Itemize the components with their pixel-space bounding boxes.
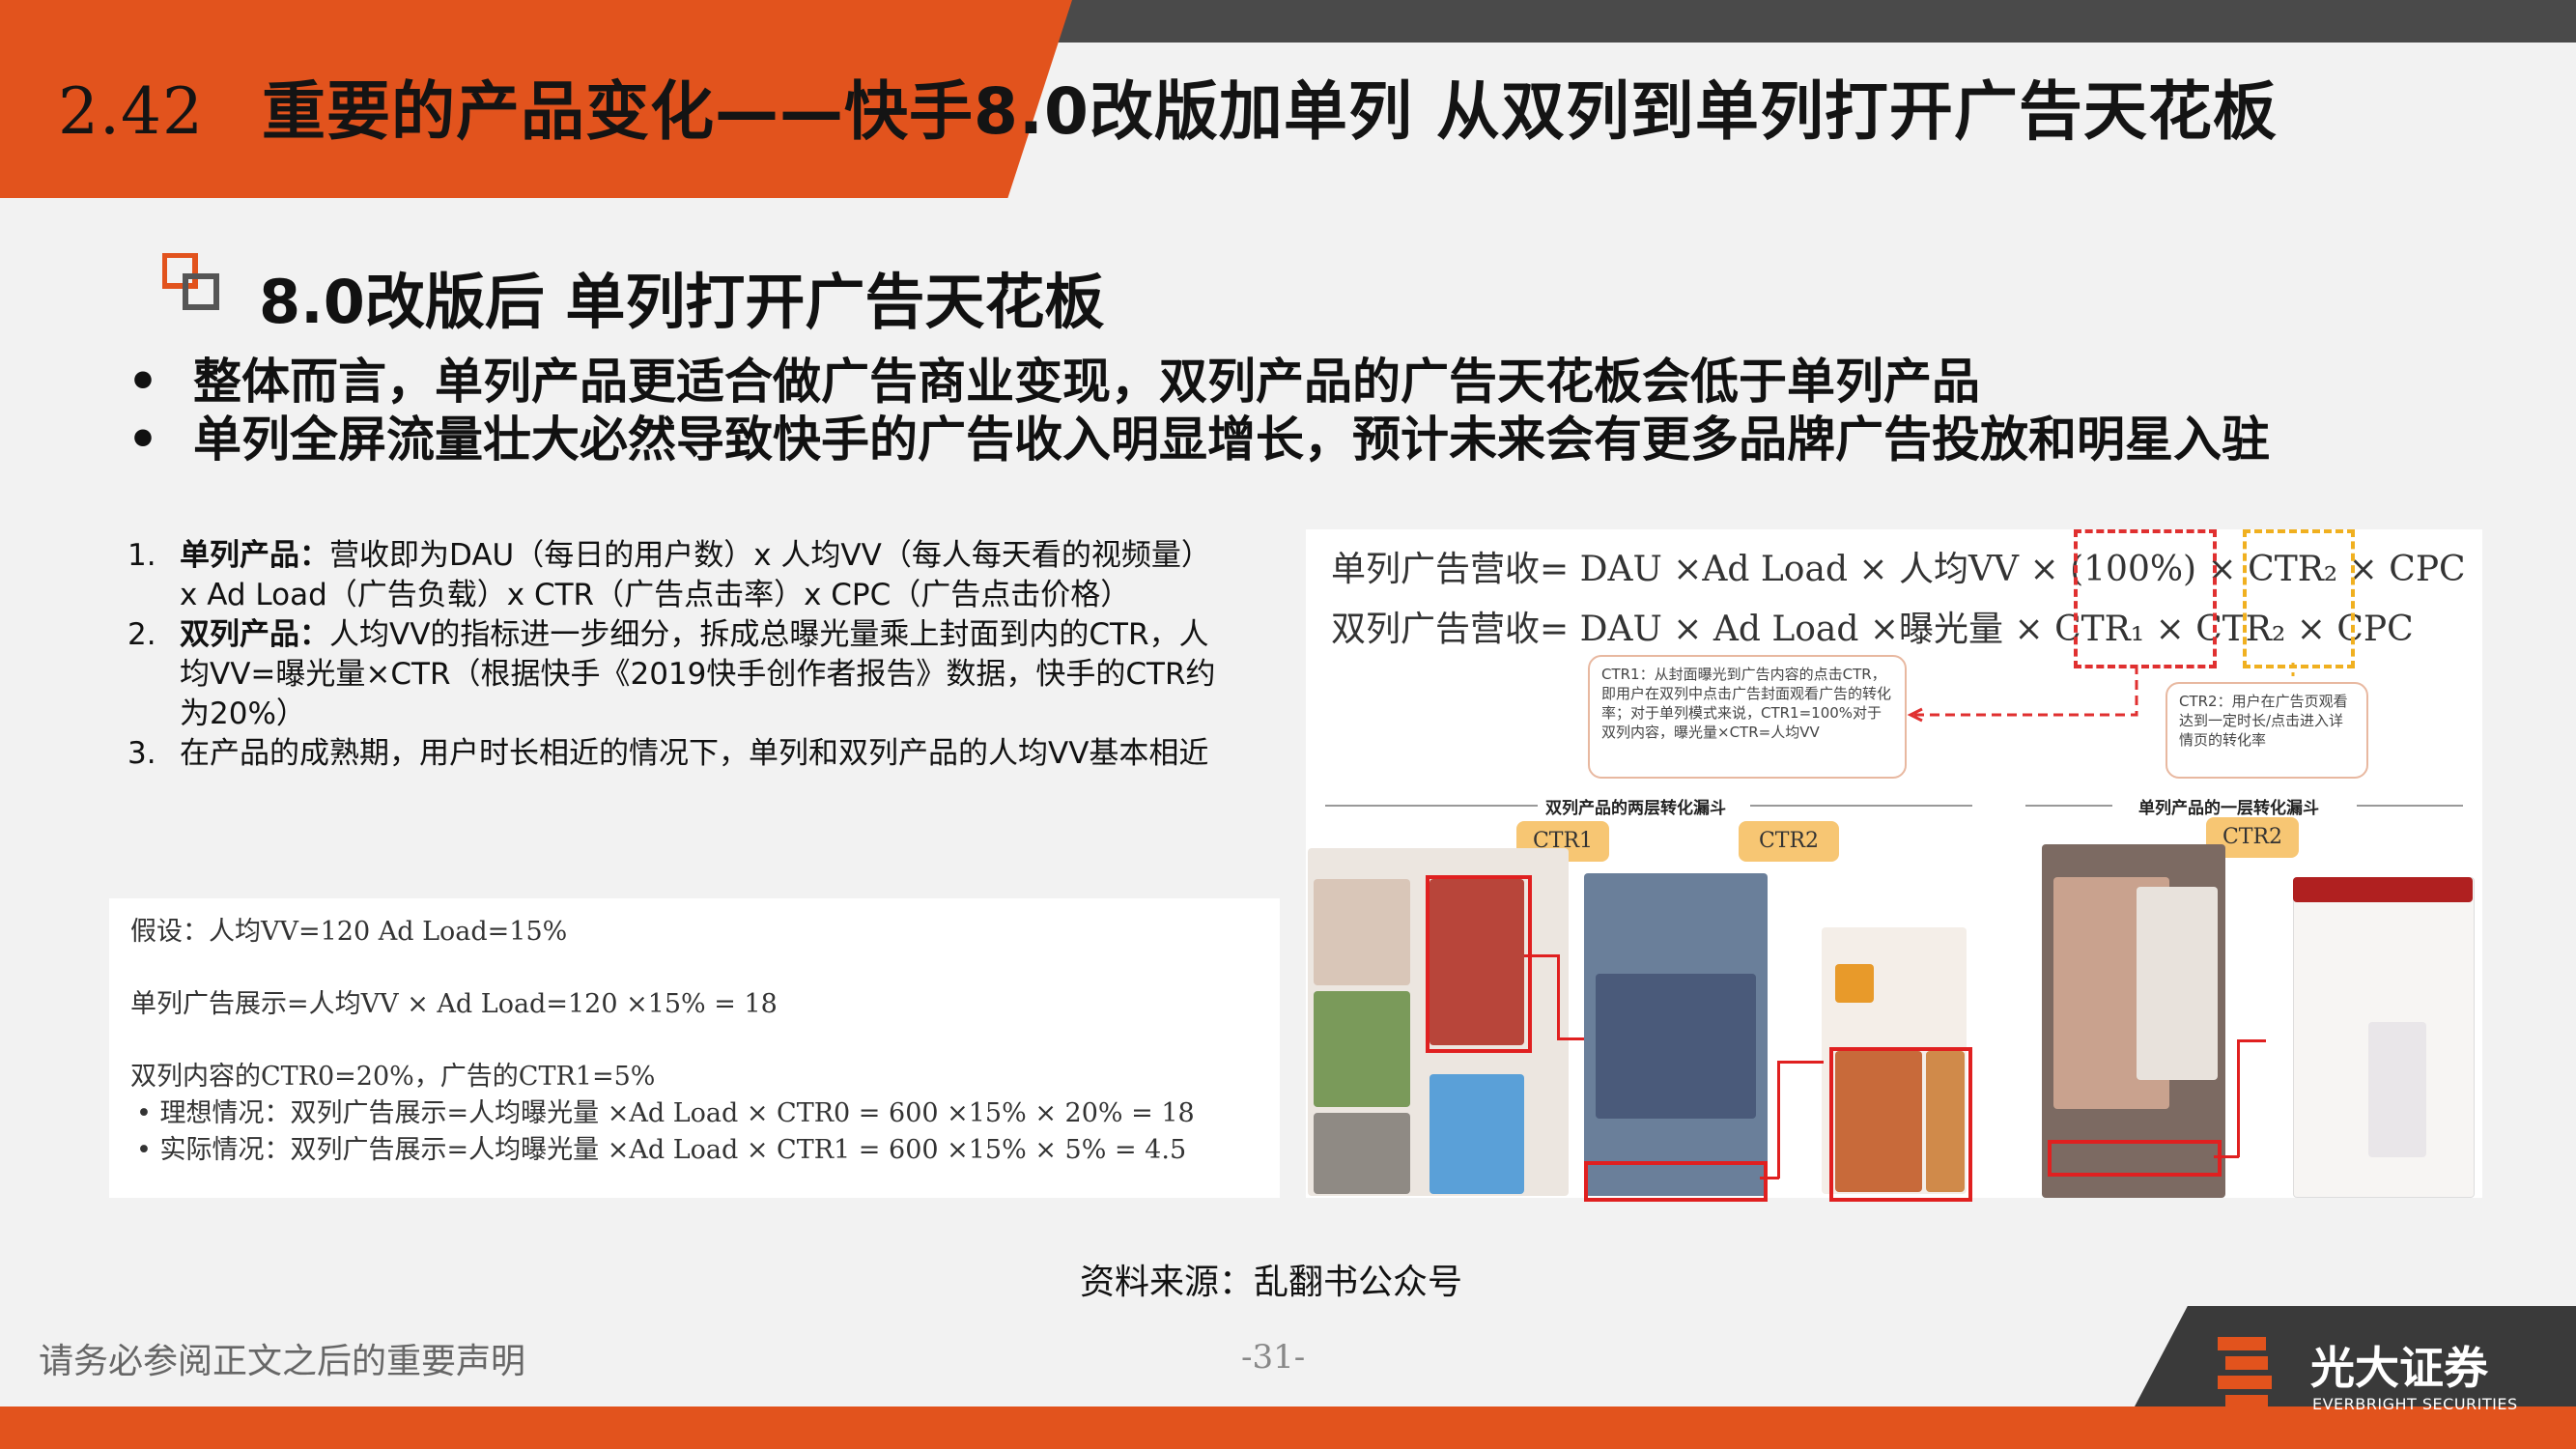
caption-rule (1325, 805, 1538, 807)
list-item: 3. 在产品的成熟期，用户时长相近的情况下，单列和双列产品的人均VV基本相近 (127, 734, 1219, 774)
bullet-item: • 单列全屏流量壮大必然导致快手的广告收入明显增长，预计未来会有更多品牌广告投放和… (127, 412, 2270, 468)
assumption-line: 假设：人均VV=120 Ad Load=15% (130, 917, 568, 947)
feed-thumbnail (1314, 1113, 1410, 1194)
caption-single-funnel: 单列产品的一层转化漏斗 (2138, 799, 2319, 818)
arrow-line (2237, 1039, 2240, 1157)
arrow-line (1777, 1061, 1780, 1179)
list-item-lead: 单列产品： (180, 538, 329, 573)
bullet-text: 单列全屏流量壮大必然导致快手的广告收入明显增长，预计未来会有更多品牌广告投放和明… (193, 412, 2270, 468)
page-title: 2.42 重要的产品变化——快手8.0改版加单列 从双列到单列打开广告天花板 (58, 60, 2278, 153)
game-scene (1596, 974, 1756, 1119)
ad-cover-frame (1426, 875, 1532, 1053)
caption-rule (1750, 805, 1972, 807)
everbright-logo-icon (2218, 1337, 2272, 1408)
assumption-box: 假设：人均VV=120 Ad Load=15% 单列广告展示=人均VV × Ad… (109, 898, 1280, 1198)
page-title-text: 重要的产品变化——快手8.0改版加单列 从双列到单列打开广告天花板 (261, 74, 2278, 149)
feed-thumbnail (1314, 879, 1410, 985)
page-number: -31- (1241, 1338, 1306, 1377)
ad-button-frame (2048, 1140, 2222, 1177)
list-item-number: 2. (127, 617, 156, 652)
assumption-line: • 实际情况：双列广告展示=人均曝光量 ×Ad Load × CTR1 = 60… (136, 1135, 1187, 1165)
source-note: 资料来源：乱翻书公众号 (1080, 1263, 1463, 1302)
app-icon (1835, 964, 1874, 1003)
list-item-number: 3. (127, 736, 156, 771)
connector-arrows (1907, 663, 2295, 723)
brand-page-header (2293, 877, 2473, 902)
funnel-diagram: 单列广告营收= DAU ×Ad Load × 人均VV × (100%) × C… (1306, 529, 2482, 1202)
caption-rule (2025, 805, 2112, 807)
arrow-line (1777, 1061, 1824, 1064)
section-squares-icon (162, 253, 219, 310)
assumption-line: 双列内容的CTR0=20%，广告的CTR1=5% (130, 1062, 656, 1092)
ad-button-frame (1584, 1161, 1768, 1202)
arrow-line (1557, 954, 1560, 1039)
product-bottle (2137, 887, 2218, 1080)
list-item-lead: 双列产品： (180, 617, 329, 652)
section-title: 8.0改版后 单列打开广告天花板 (259, 267, 1105, 337)
arrow-line (1557, 1037, 1584, 1040)
caption-double-funnel: 双列产品的两层转化漏斗 (1545, 799, 1726, 818)
feed-thumbnail (1314, 991, 1410, 1107)
app-detail-frame (1829, 1047, 1972, 1202)
ctr2-tag: CTR2 (1739, 821, 1839, 862)
assumption-line: 单列广告展示=人均VV × Ad Load=120 ×15% = 18 (130, 989, 778, 1019)
list-item: 2. 双列产品：人均VV的指标进一步细分，拆成总曝光量乘上封面到内的CTR，人均V… (127, 615, 1219, 734)
footer-accent-band (0, 1406, 2576, 1449)
caption-rule (2357, 805, 2463, 807)
assumption-line: • 理想情况：双列广告展示=人均曝光量 ×Ad Load × CTR0 = 60… (136, 1098, 1195, 1128)
list-item-text: 在产品的成熟期，用户时长相近的情况下，单列和双列产品的人均VV基本相近 (180, 736, 1209, 771)
logo-text-en: EVERBRIGHT SECURITIES (2312, 1395, 2518, 1413)
arrow-line (2214, 1155, 2239, 1158)
arrow-line (1524, 954, 1559, 957)
list-item: 1. 单列产品：营收即为DAU（每日的用户数）x 人均VV（每人每天看的视频量）x… (127, 536, 1219, 615)
page-title-number: 2.42 (58, 74, 204, 149)
logo-text-cn: 光大证券 (2310, 1342, 2488, 1394)
brand-product (2368, 1022, 2426, 1157)
disclaimer: 请务必参阅正文之后的重要声明 (39, 1342, 526, 1381)
list-item-number: 1. (127, 538, 156, 573)
feed-thumbnail (1430, 1074, 1524, 1194)
arrow-line (2237, 1039, 2266, 1042)
numbered-list: 1. 单列产品：营收即为DAU（每日的用户数）x 人均VV（每人每天看的视频量）x… (127, 536, 1219, 774)
list-item-text: 人均VV的指标进一步细分，拆成总曝光量乘上封面到内的CTR，人均VV=曝光量×C… (180, 617, 1216, 731)
list-item-text: 营收即为DAU（每日的用户数）x 人均VV（每人每天看的视频量）x Ad Loa… (180, 538, 1211, 612)
arrow-line (1760, 1177, 1779, 1179)
